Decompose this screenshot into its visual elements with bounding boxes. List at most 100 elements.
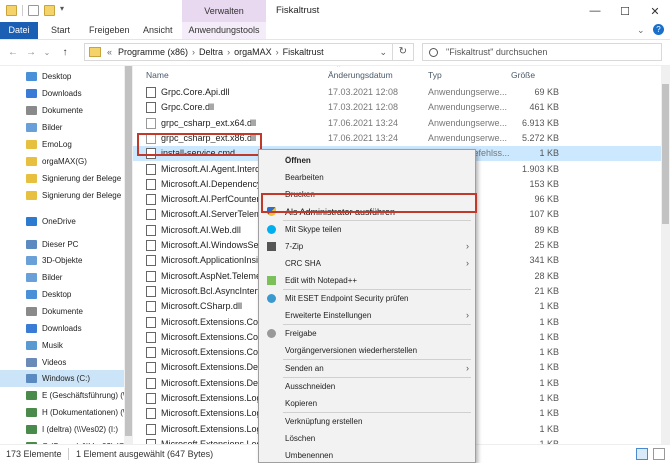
nav-item-label: OneDrive [42,217,76,226]
file-name: grpc_csharp_ext.x64.dll [161,117,257,128]
nav-item[interactable]: Bilder [0,119,133,136]
nav-item[interactable]: Bilder [0,269,133,286]
menu-item-label: Mit Skype teilen [285,225,342,234]
nav-item[interactable]: EmoLog [0,136,133,153]
menu-item-verknüpfung-erstellen[interactable]: Verknüpfung erstellen [259,413,475,430]
context-tab-verwalten[interactable]: Verwalten [182,0,266,22]
nav-pane-scrollbar-thumb[interactable] [125,66,132,436]
folder-icon [6,5,17,16]
tab-freigeben[interactable]: Freigeben [82,22,137,39]
forward-icon[interactable]: → [24,45,38,59]
new-folder-icon[interactable] [44,5,55,16]
nav-item-icon [26,358,37,367]
breadcrumb-fiskaltrust[interactable]: Fiskaltrust [279,47,328,57]
qat-dropdown-icon[interactable]: ▾ [60,4,64,13]
nav-item[interactable]: Dokumente [0,303,133,320]
file-row[interactable]: Grpc.Core.Api.dll 17.03.2021 12:08 Anwendu… [133,85,661,100]
nav-pane-scrollbar[interactable] [124,66,133,444]
tab-start[interactable]: Start [44,22,77,39]
file-icon [146,408,156,420]
tab-datei[interactable]: Datei [0,22,38,39]
nav-item[interactable]: Signierung der Belege [0,187,133,204]
nav-item-icon [26,157,37,166]
menu-item-freigabe[interactable]: Freigabe [259,325,475,342]
breadcrumb-orgamax[interactable]: orgaMAX [230,47,276,57]
file-list-scrollbar-thumb[interactable] [662,84,669,224]
file-icon [146,270,156,282]
maximize-button[interactable]: ☐ [610,0,640,22]
nav-item[interactable]: Dokumente [0,102,133,119]
menu-item-label: Edit with Notepad++ [285,276,358,285]
nav-item[interactable]: H (Dokumentationen) (\\ [0,404,133,421]
minimize-button[interactable]: — [580,0,610,22]
properties-icon[interactable] [28,5,39,16]
file-size: 1 KB [539,331,559,342]
file-row[interactable]: grpc_csharp_ext.x64.dll 17.06.2021 13:24 A… [133,116,661,131]
menu-item-löschen[interactable]: Löschen [259,430,475,447]
nav-item[interactable]: orgaMAX(G) [0,153,133,170]
nav-item[interactable]: Desktop [0,68,133,85]
file-name: Microsoft.AI.Web.dll [161,224,241,235]
back-icon[interactable]: ← [6,45,20,59]
menu-item-erweiterte-einstellungen[interactable]: Erweiterte Einstellungen › [259,307,475,324]
column-header-size[interactable]: Größe [511,70,535,80]
menu-item-öffnen[interactable]: Öffnen [259,152,475,169]
nav-item[interactable]: Desktop [0,286,133,303]
file-list-scrollbar[interactable] [661,66,670,444]
nav-item[interactable]: E (Geschäftsführung) (\\ [0,387,133,404]
recent-dropdown-icon[interactable]: ⌄ [40,45,54,59]
large-icons-view-icon[interactable] [653,448,665,460]
details-view-icon[interactable] [636,448,648,460]
nav-item[interactable]: Windows (C:) [0,370,133,387]
close-button[interactable]: ✕ [640,0,670,22]
tab-anwendungstools[interactable]: Anwendungstools [182,22,266,39]
column-header-name[interactable]: Name [146,70,169,80]
menu-item-mit-skype-teilen[interactable]: Mit Skype teilen [259,221,475,238]
nav-item[interactable]: Downloads [0,320,133,337]
menu-item-mit-eset-endpoint-security-prüfen[interactable]: Mit ESET Endpoint Security prüfen [259,290,475,307]
menu-item-vorgängerversionen-wiederherstellen[interactable]: Vorgängerversionen wiederherstellen [259,342,475,359]
nav-item[interactable]: 3D-Objekte [0,252,133,269]
file-row[interactable]: Grpc.Core.dll 17.03.2021 12:08 Anwendungse… [133,100,661,115]
breadcrumb-programme[interactable]: Programme (x86) [114,47,192,57]
menu-item-kopieren[interactable]: Kopieren [259,395,475,412]
nav-item-icon [26,273,37,282]
nav-item[interactable]: Downloads [0,85,133,102]
nav-item-label: Dokumente [42,106,83,115]
search-input[interactable]: "Fiskaltrust" durchsuchen [422,43,662,61]
nav-item-label: H (Dokumentationen) (\\ [42,408,128,417]
column-header-type[interactable]: Typ [428,70,442,80]
nav-item[interactable]: OneDrive [0,213,133,230]
nav-item-label: Bilder [42,273,63,282]
menu-item-label: Freigabe [285,329,317,338]
file-size: 1 KB [539,347,559,358]
ribbon-collapse-icon[interactable]: ⌄ [637,25,645,36]
menu-item-bearbeiten[interactable]: Bearbeiten [259,169,475,186]
file-icon [146,87,156,98]
menu-item-7-zip[interactable]: 7-Zip › [259,238,475,255]
menu-item-senden-an[interactable]: Senden an › [259,360,475,377]
refresh-icon[interactable]: ↻ [399,46,407,57]
nav-item[interactable]: I (deltra) (\\Ves02) (I:) [0,421,133,438]
nav-item[interactable]: Musik [0,337,133,354]
nav-item[interactable]: Dieser PC [0,236,133,253]
help-icon[interactable]: ? [653,24,664,35]
menu-item-crc-sha[interactable]: CRC SHA › [259,255,475,272]
nav-item[interactable]: Signierung der Belege [0,170,133,187]
menu-item-edit-with-notepad[interactable]: Edit with Notepad++ [259,272,475,289]
up-icon[interactable]: ↑ [58,45,72,59]
address-bar[interactable]: « Programme (x86) › Deltra › orgaMAX › F… [84,43,414,61]
tab-ansicht[interactable]: Ansicht [136,22,180,39]
menu-item-umbenennen[interactable]: Umbenennen [259,447,475,462]
breadcrumb-overflow[interactable]: « [105,47,114,57]
address-divider [392,44,393,60]
menu-item-ausschneiden[interactable]: Ausschneiden [259,378,475,395]
nav-item-label: Downloads [42,324,82,333]
nav-item-icon [26,89,37,98]
file-icon [146,301,156,313]
address-dropdown-icon[interactable]: ⌄ [379,47,387,58]
menu-item-label: Umbenennen [285,451,334,460]
column-header-date[interactable]: Änderungsdatum [328,70,393,80]
breadcrumb-deltra[interactable]: Deltra [195,47,227,57]
nav-item[interactable]: Videos [0,354,133,371]
